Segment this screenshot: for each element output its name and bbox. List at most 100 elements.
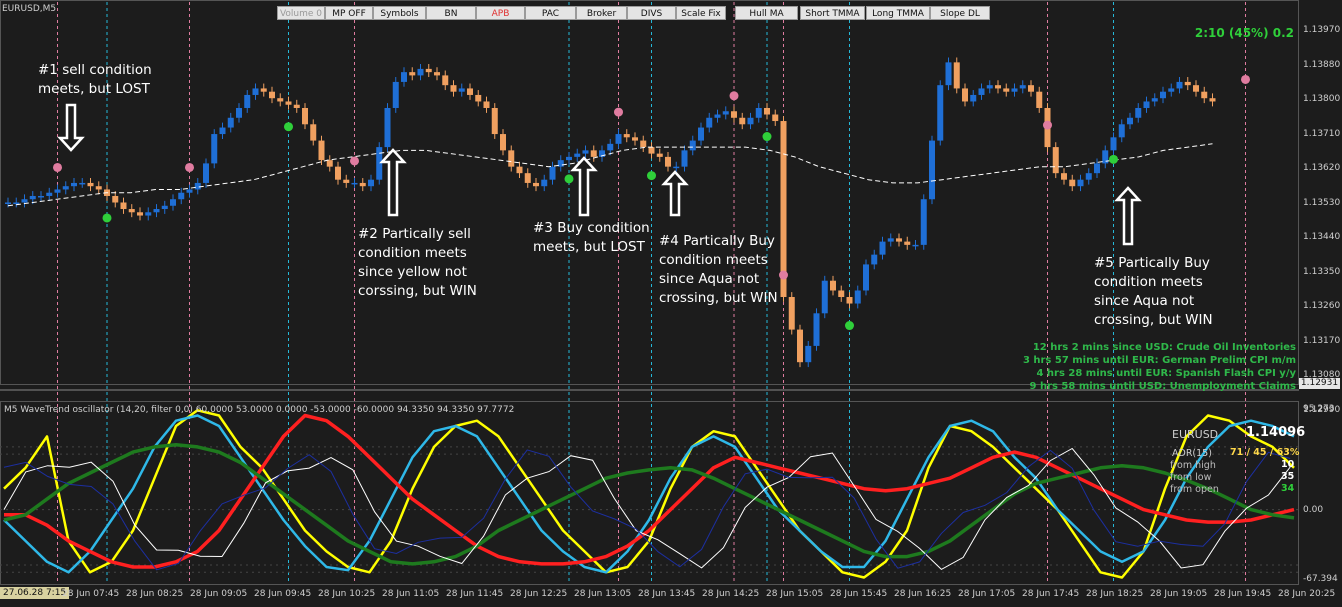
candle-body <box>937 85 944 141</box>
annotation-3: #3 Buy condition meets, but LOST <box>533 220 650 255</box>
candle-body <box>1184 81 1191 86</box>
toolbar-button-symbols[interactable]: Symbols <box>373 6 426 20</box>
candle-body <box>755 107 762 118</box>
candle-body <box>1143 101 1150 108</box>
candle-body <box>1135 107 1142 118</box>
sell-signal-dot <box>779 270 788 280</box>
candle-body <box>813 313 820 346</box>
osc-series-line <box>3 414 1295 574</box>
candle-body <box>500 134 506 151</box>
candle-body <box>343 179 350 183</box>
candle-body <box>62 186 69 190</box>
time-tick-label: 28 Jun 15:45 <box>830 589 888 599</box>
buy-signal-dot <box>1109 154 1118 164</box>
candle-body <box>995 85 1001 89</box>
candle-body <box>854 290 861 304</box>
candle-body <box>698 127 704 141</box>
buy-signal-dot <box>284 122 293 132</box>
candle-body <box>1110 137 1117 151</box>
candle-body <box>929 140 935 200</box>
candle-body <box>1201 91 1208 99</box>
price-tick-label: 1.13710 <box>1303 128 1341 139</box>
candle-body <box>566 156 572 161</box>
candle-body <box>920 199 927 245</box>
time-tick-label: 28 Jun 17:45 <box>1022 589 1080 599</box>
time-tick-label: 28 Jun 19:05 <box>1150 589 1208 599</box>
candle-body <box>863 264 869 291</box>
toolbar-button-long-tmma[interactable]: Long TMMA <box>866 6 930 20</box>
toolbar-button-pac[interactable]: PAC <box>525 6 576 20</box>
candle-body <box>797 329 803 363</box>
candle-body <box>269 91 275 99</box>
time-tick-label: 28 Jun 12:25 <box>510 589 568 599</box>
info-row-label: from open <box>1170 484 1219 495</box>
candle-body <box>137 212 143 216</box>
candle-body <box>401 72 407 82</box>
toolbar-button-mp-off[interactable]: MP OFF <box>325 6 373 20</box>
time-tick-label: 28 Jun 08:25 <box>126 589 184 599</box>
candle-body <box>38 195 44 198</box>
toolbar-button-hull-ma[interactable]: Hull MA <box>735 6 798 20</box>
candle-body <box>615 134 622 144</box>
candle-body <box>112 195 119 203</box>
candle-body <box>351 182 358 185</box>
toolbar-button-slope-dl[interactable]: Slope DL <box>930 6 990 20</box>
candle-body <box>211 134 218 164</box>
candle-body <box>318 140 325 161</box>
sell-signal-dot <box>53 162 62 172</box>
candle-body <box>1052 147 1059 174</box>
candle-body <box>161 205 168 210</box>
time-tick-label: 28 Jun 11:45 <box>446 589 504 599</box>
candle-body <box>458 88 465 92</box>
candle-body <box>335 166 341 180</box>
candle-body <box>739 117 746 125</box>
toolbar-button-bn[interactable]: BN <box>426 6 476 20</box>
candle-body <box>277 98 284 102</box>
candle-body <box>1085 173 1092 180</box>
oscillator-title: M5 WaveTrend oscillator (14,20, filter 0… <box>4 405 515 415</box>
toolbar-button-scale-fix[interactable]: Scale Fix <box>676 6 726 20</box>
candle-body <box>747 117 754 125</box>
osc-series-line <box>4 413 1295 569</box>
candle-body <box>623 134 630 138</box>
toolbar-button-divs[interactable]: DIVS <box>627 6 676 20</box>
candle-body <box>1127 117 1133 125</box>
candle-body <box>1118 124 1125 138</box>
candle-body <box>830 280 836 291</box>
candle-body <box>71 182 77 187</box>
candle-body <box>368 179 374 187</box>
toolbar-button-broker[interactable]: Broker <box>576 6 627 20</box>
candle-body <box>79 182 86 185</box>
candle-body <box>1028 85 1034 92</box>
time-tick-label: 28 Jun 13:45 <box>638 589 696 599</box>
candle-body <box>1151 98 1158 102</box>
candle-body <box>442 75 449 86</box>
sell-signal-dot <box>185 162 194 172</box>
candle-body <box>128 209 135 213</box>
annotation-arrow-up <box>379 148 407 217</box>
osc-axis-top: 95.273 <box>1303 404 1335 414</box>
candle-body <box>978 88 985 95</box>
candle-body <box>1160 91 1166 99</box>
info-row-label: from low <box>1170 472 1212 483</box>
buy-signal-dot <box>102 213 112 223</box>
info-row-label: from high <box>1170 460 1216 471</box>
time-tick-label: 28 Jun 20:25 <box>1278 589 1336 599</box>
candle-body <box>450 85 457 92</box>
toolbar-button-apb[interactable]: APB <box>476 6 525 20</box>
buy-signal-dot <box>647 171 656 181</box>
time-tick-label: 28 Jun 16:25 <box>894 589 952 599</box>
toolbar-button-short-tmma[interactable]: Short TMMA <box>800 6 865 20</box>
price-tick-label: 1.13260 <box>1303 301 1341 311</box>
time-tick-label: 28 Jun 10:25 <box>318 589 376 599</box>
time-tick-label: 28 Jun 15:05 <box>766 589 824 599</box>
buy-signal-dot <box>762 132 772 142</box>
candle-body <box>945 62 952 86</box>
candle-body <box>1036 91 1043 108</box>
candle-body <box>392 81 399 108</box>
annotation-arrow-up <box>570 156 598 217</box>
candle-body <box>475 94 482 102</box>
toolbar-button-volume-0[interactable]: Volume 0 <box>277 6 325 20</box>
info-adr-label: ADR(15) <box>1172 448 1212 459</box>
price-tick-label: 1.13530 <box>1303 197 1341 208</box>
